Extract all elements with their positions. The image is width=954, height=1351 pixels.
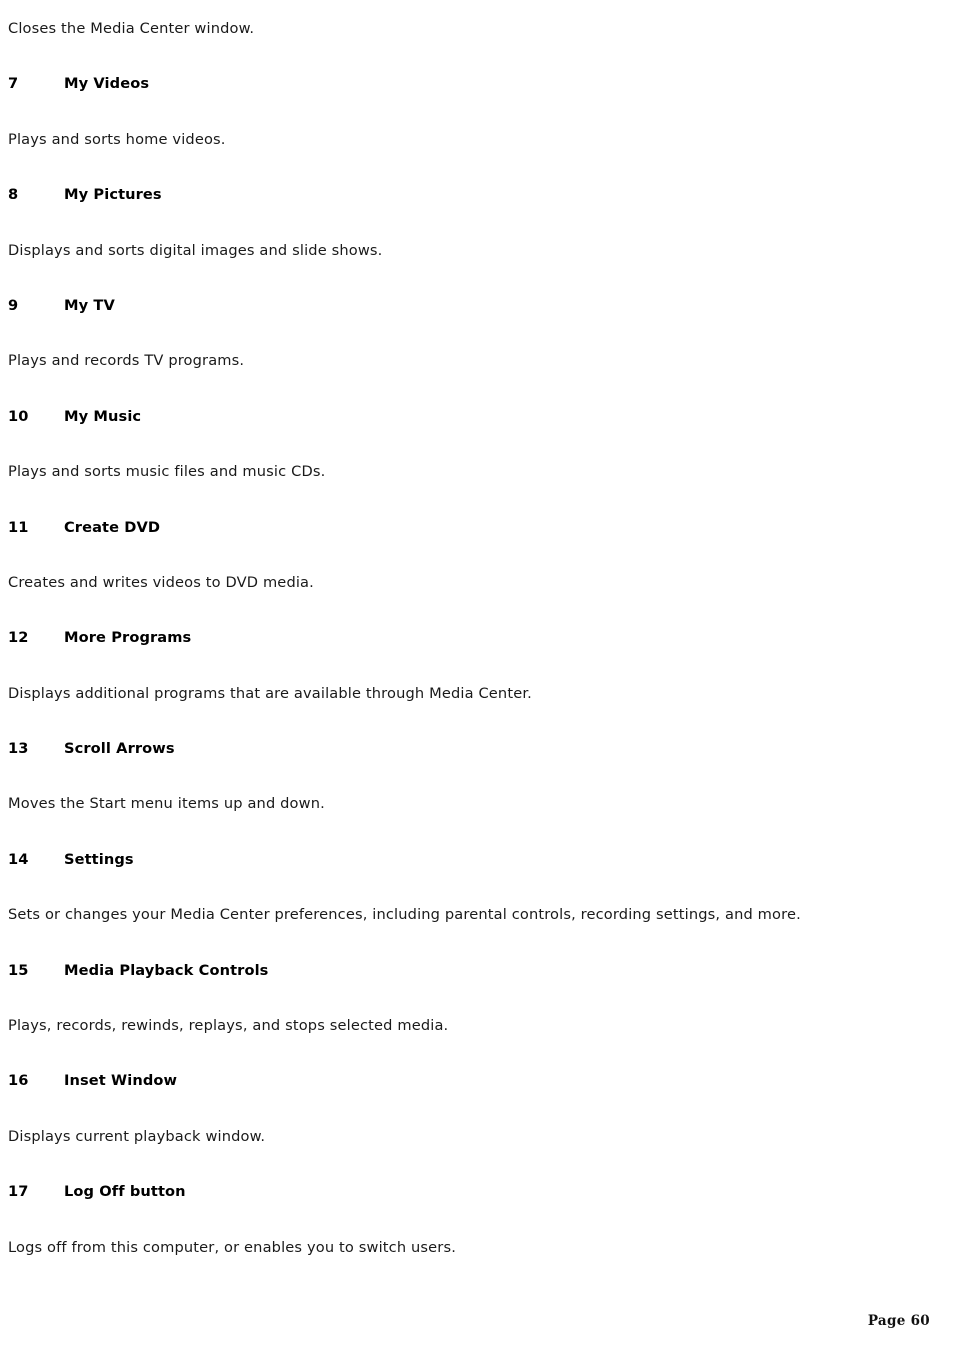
entry-label: Log Off button [64, 1183, 186, 1201]
entry-heading-10: 10 My Music [8, 407, 940, 426]
entry-heading-12: 12 More Programs [8, 628, 940, 647]
entry-number: 7 [8, 75, 19, 93]
entry-number: 12 [8, 629, 29, 647]
entry-heading-11: 11 Create DVD [8, 518, 940, 537]
entry-heading-15: 15 Media Playback Controls [8, 961, 940, 980]
entry-label: My Pictures [64, 186, 162, 204]
entry-description-12: Displays additional programs that are av… [8, 684, 532, 702]
entry-number: 16 [8, 1072, 29, 1090]
entry-number: 14 [8, 850, 29, 868]
entry-description-13: Moves the Start menu items up and down. [8, 795, 325, 813]
entry-heading-17: 17 Log Off button [8, 1182, 940, 1201]
entry-label: Create DVD [64, 518, 161, 536]
entry-heading-13: 13 Scroll Arrows [8, 739, 940, 758]
entry-description-15: Plays, records, rewinds, replays, and st… [8, 1017, 449, 1035]
entry-number: 13 [8, 740, 29, 758]
entry-number: 17 [8, 1183, 29, 1201]
entry-label: My Music [64, 407, 142, 425]
entry-description-9: Plays and records TV programs. [8, 352, 245, 370]
entry-label: Settings [64, 850, 134, 868]
entry-number: 8 [8, 186, 19, 204]
entry-heading-14: 14 Settings [8, 850, 940, 869]
entry-description-11: Creates and writes videos to DVD media. [8, 573, 314, 591]
entry-label: Inset Window [64, 1072, 178, 1090]
page-number-footer: Page 60 [867, 1313, 930, 1329]
entry-heading-9: 9 My TV [8, 296, 940, 315]
intro-paragraph: Closes the Media Center window. [8, 20, 255, 37]
entry-description-8: Displays and sorts digital images and sl… [8, 241, 383, 259]
entry-heading-16: 16 Inset Window [8, 1071, 940, 1090]
page-content: Closes the Media Center window. 7 My Vid… [8, 19, 940, 1257]
entry-label: My Videos [64, 75, 150, 93]
entry-description-10: Plays and sorts music files and music CD… [8, 463, 326, 481]
entry-number: 15 [8, 961, 29, 979]
entry-heading-7: 7 My Videos [8, 74, 940, 93]
entry-description-17: Logs off from this computer, or enables … [8, 1238, 457, 1256]
entry-label: My TV [64, 296, 115, 314]
entry-label: More Programs [64, 629, 192, 647]
entry-description-16: Displays current playback window. [8, 1127, 266, 1145]
entry-number: 10 [8, 407, 29, 425]
entry-description-7: Plays and sorts home videos. [8, 130, 226, 148]
entry-label: Scroll Arrows [64, 740, 175, 758]
document-page: Closes the Media Center window. 7 My Vid… [0, 0, 954, 1351]
entry-heading-8: 8 My Pictures [8, 185, 940, 204]
entry-description-14: Sets or changes your Media Center prefer… [8, 906, 801, 924]
entry-label: Media Playback Controls [64, 961, 269, 979]
entry-number: 11 [8, 518, 29, 536]
entry-number: 9 [8, 296, 19, 314]
